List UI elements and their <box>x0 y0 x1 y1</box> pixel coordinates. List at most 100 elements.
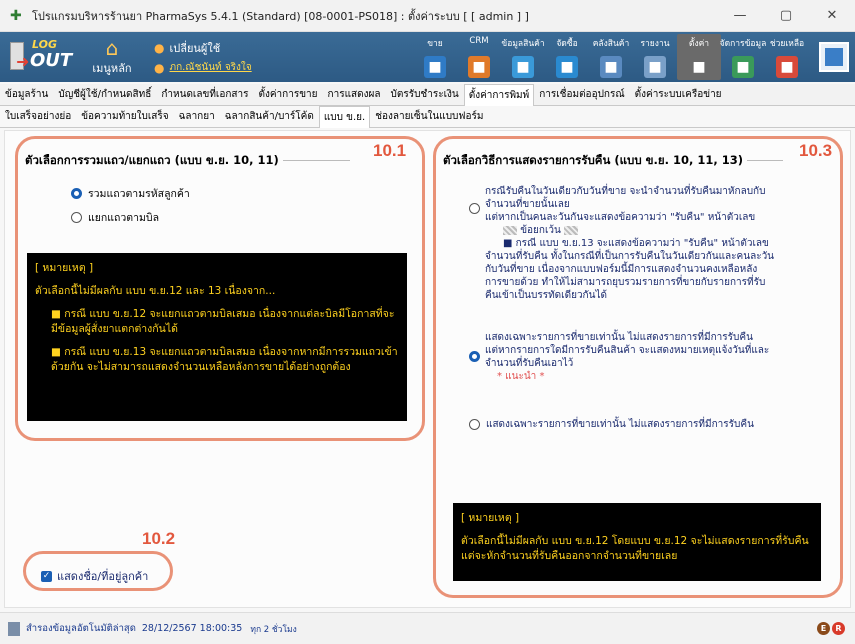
tab-print-5[interactable]: ช่องลายเซ็นในแบบฟอร์ม <box>370 105 488 127</box>
status-bar: สำรองข้อมูลอัตโนมัติล่าสุด 28/12/2567 18… <box>0 612 855 644</box>
tab-settings-8[interactable]: ตั้งค่าระบบเครือข่าย <box>630 83 727 105</box>
annotation-10-1: 10.1 <box>373 141 407 160</box>
tab-settings-0[interactable]: ข้อมูลร้าน <box>0 83 53 105</box>
tab-settings-7[interactable]: การเชื่อมต่ออุปกรณ์ <box>534 83 629 105</box>
tab-settings-3[interactable]: ตั้งค่าการขาย <box>253 83 322 105</box>
tool-settings[interactable]: ตั้งค่า ■ <box>677 34 721 80</box>
tab-settings-5[interactable]: บัตรรับชำระเงิน <box>386 83 464 105</box>
tool-help[interactable]: ช่วยเหลือ ■ <box>765 34 809 80</box>
tool-crm[interactable]: CRM ■ <box>457 34 501 80</box>
merge-rows-note: [ หมายเหตุ ] ตัวเลือกนี้ไม่มีผลกับ แบบ ข… <box>27 253 407 421</box>
tool-report[interactable]: รายงาน ■ <box>633 34 677 80</box>
show-customer-checkbox[interactable]: ✓ แสดงชื่อ/ที่อยู่ลูกค้า <box>41 567 148 585</box>
option-text: การขายด้วย ทำให้ไม่สามารถยุบรวมรายการที่… <box>485 277 766 288</box>
person-icon: ● <box>154 60 165 75</box>
tab-settings-2[interactable]: กำหนดเลขที่เอกสาร <box>156 83 253 105</box>
radio-split-by-bill[interactable]: แยกแถวตามบิล <box>71 209 159 226</box>
tab-settings-6[interactable]: ตั้งค่าการพิมพ์ <box>463 84 535 106</box>
tool-label: จัดซื้อ <box>556 39 578 49</box>
tab-settings-4[interactable]: การแสดงผล <box>323 83 386 105</box>
radio-label: แยกแถวตามบิล <box>88 212 160 224</box>
tool-product-info[interactable]: ข้อมูลสินค้า ■ <box>501 34 545 80</box>
radio-merge-by-customer[interactable]: รวมแถวตามรหัสลูกค้า <box>71 185 190 202</box>
house-icon: ⌂ <box>105 36 119 60</box>
option-text: กับวันที่ขาย เนื่องจากแบบฟอร์มนี้มีการแส… <box>485 264 758 275</box>
close-button[interactable]: ✕ <box>809 0 855 32</box>
maximize-button[interactable]: ▢ <box>763 0 809 32</box>
current-user[interactable]: ● ภก.ณัชนันท์ จริงใจ <box>154 60 252 75</box>
radio-dot <box>71 188 82 199</box>
tab-print-0[interactable]: ใบเสร็จอย่างย่อ <box>0 105 76 127</box>
radio-label: แสดงเฉพาะรายการที่ขายเท่านั้น ไม่แสดงราย… <box>486 419 754 430</box>
tool-sale[interactable]: ขาย ■ <box>413 34 457 80</box>
tool-label: ตั้งค่า <box>688 39 710 49</box>
product-info-icon: ■ <box>512 56 534 78</box>
tab-print-1[interactable]: ข้อความท้ายใบเสร็จ <box>76 105 173 127</box>
logout-button[interactable]: ➜ LOG OUT <box>6 36 78 78</box>
database-icon <box>8 621 20 636</box>
note-paragraph: ■ กรณี แบบ ข.ย.12 จะแยกแถวตามบิลเสมอ เนื… <box>51 308 395 335</box>
backup-datetime: 28/12/2567 18:00:35 <box>141 623 243 634</box>
tab-settings-1[interactable]: บัญชีผู้ใช้/กำหนดสิทธิ์ <box>53 83 156 105</box>
tool-label: ขาย <box>427 39 443 49</box>
tab-print-4[interactable]: แบบ ข.ย. <box>318 106 371 128</box>
module-tools: ขาย ■ CRM ■ ข้อมูลสินค้า ■ จัดซื้อ ■ คลังสินค้า ■… <box>413 34 809 80</box>
annotation-10-3: 10.3 <box>799 141 833 160</box>
main-toolbar: ➜ LOG OUT ⌂ เมนูหลัก ● เปลี่ยนผู้ใช้ ● ภ… <box>0 32 855 82</box>
exception-line: ข้อยกเว้น <box>485 224 825 237</box>
radio-returns-option-3[interactable]: แสดงเฉพาะรายการที่ขายเท่านั้น ไม่แสดงราย… <box>469 417 754 432</box>
app-logo-icon: ✚ <box>10 7 22 24</box>
window-layout-icon[interactable] <box>819 42 849 72</box>
note-paragraph: ตัวเลือกนี้ไม่มีผลกับ แบบ ข.ย.12 โดยแบบ … <box>461 535 809 562</box>
tool-data-manage[interactable]: จัดการข้อมูล ■ <box>720 34 766 80</box>
crm-icon: ■ <box>468 56 490 78</box>
hatch-icon <box>564 225 578 235</box>
option-text: แต่หากรายการใดมีการรับคืนสินค้า จะแสดงหม… <box>485 345 770 356</box>
tool-label: ข้อมูลสินค้า <box>501 39 545 49</box>
settings-panel: 10.1 ตัวเลือกการรวมแถว/แยกแถว (แบบ ข.ย. … <box>4 130 851 608</box>
current-user-name[interactable]: ภก.ณัชนันท์ จริงใจ <box>169 60 251 75</box>
status-badges: E R <box>817 622 845 635</box>
app-window: ✚ โปรแกรมบริหารร้านยา PharmaSys 5.4.1 (S… <box>0 0 855 644</box>
tool-label: รายงาน <box>640 39 670 49</box>
change-user-button[interactable]: ● เปลี่ยนผู้ใช้ <box>154 39 252 57</box>
data-manage-icon: ■ <box>732 56 754 78</box>
tool-purchase[interactable]: จัดซื้อ ■ <box>545 34 589 80</box>
radio-returns-option-1[interactable] <box>469 203 480 214</box>
user-icon: ● <box>154 41 165 55</box>
home-button[interactable]: ⌂ เมนูหลัก <box>84 37 140 77</box>
checkbox-label: แสดงชื่อ/ที่อยู่ลูกค้า <box>57 570 149 583</box>
tool-label: คลังสินค้า <box>592 39 630 49</box>
warehouse-icon: ■ <box>600 56 622 78</box>
returns-option-1-label[interactable]: กรณีรับคืนในวันเดียวกับวันที่ขาย จะนำจำน… <box>485 185 825 302</box>
window-title: โปรแกรมบริหารร้านยา PharmaSys 5.4.1 (Sta… <box>32 9 529 23</box>
tab-print-2[interactable]: ฉลากยา <box>174 105 220 127</box>
logout-label-bottom: OUT <box>30 50 73 71</box>
option-text: กรณีรับคืนในวันเดียวกับวันที่ขาย จะนำจำน… <box>485 186 766 197</box>
tab-print-3[interactable]: ฉลากสินค้า/บาร์โค้ด <box>220 105 319 127</box>
radio-label: รวมแถวตามรหัสลูกค้า <box>88 188 190 200</box>
returns-display-group-title: ตัวเลือกวิธีการแสดงรายการรับคืน (แบบ ข.ย… <box>443 152 747 170</box>
minimize-button[interactable]: — <box>717 0 763 32</box>
returns-option-2-label[interactable]: แสดงเฉพาะรายการที่ขายเท่านั้น ไม่แสดงราย… <box>485 331 825 383</box>
backup-interval: ทุก 2 ชั่วโมง <box>250 624 297 635</box>
user-panel: ● เปลี่ยนผู้ใช้ ● ภก.ณัชนันท์ จริงใจ <box>154 39 252 75</box>
tool-label: CRM <box>469 36 489 46</box>
note-header: [ หมายเหตุ ] <box>461 512 520 524</box>
note-header: [ หมายเหตุ ] <box>35 262 94 274</box>
tool-warehouse[interactable]: คลังสินค้า ■ <box>589 34 633 80</box>
radio-returns-option-2[interactable] <box>469 351 480 362</box>
option-text: ข้อยกเว้น <box>520 225 561 236</box>
badge-r: R <box>832 622 845 635</box>
option-text: แสดงเฉพาะรายการที่ขายเท่านั้น ไม่แสดงราย… <box>485 332 753 343</box>
settings-icon: ■ <box>688 56 710 78</box>
merge-rows-group-title: ตัวเลือกการรวมแถว/แยกแถว (แบบ ข.ย. 10, 1… <box>25 152 283 170</box>
option-text: แต่หากเป็นคนละวันกันจะแสดงข้อความว่า "รั… <box>485 212 756 223</box>
report-icon: ■ <box>644 56 666 78</box>
option-text: จำนวนที่ขายนั้นเลย <box>485 199 570 210</box>
hatch-icon <box>503 225 517 235</box>
change-user-label: เปลี่ยนผู้ใช้ <box>169 42 221 55</box>
backup-label: สำรองข้อมูลอัตโนมัติล่าสุด <box>26 623 136 634</box>
note-paragraph: ตัวเลือกนี้ไม่มีผลกับ แบบ ข.ย.12 และ 13 … <box>35 285 276 297</box>
badge-e: E <box>817 622 830 635</box>
